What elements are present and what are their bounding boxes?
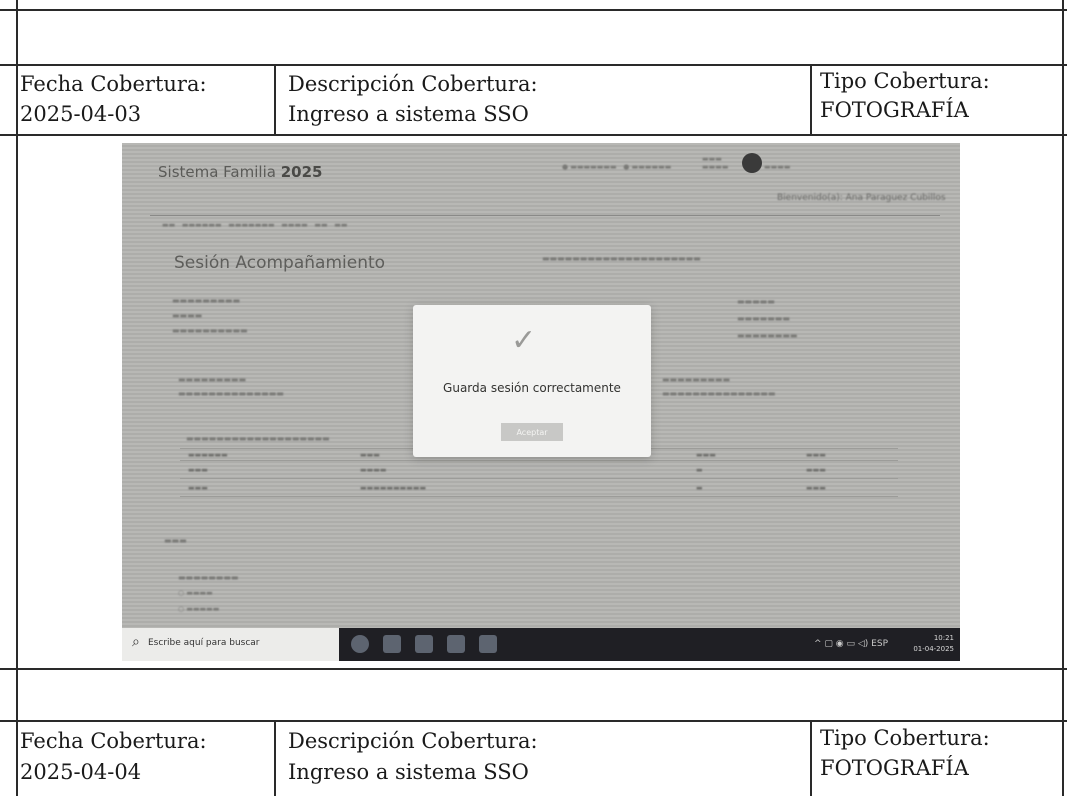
ministry-logo-caption: ▬▬▬▬ [764,163,791,171]
clock-date: 01-04-2025 [913,645,954,653]
rule-top [0,9,1067,11]
taskbar-search-input[interactable]: Escribe aquí para buscar [148,638,260,648]
table-cell: ▬▬▬ [188,484,208,492]
right-question: ▬▬▬▬▬▬▬▬▬ ▬▬▬▬▬▬▬▬▬▬▬▬▬▬▬ [662,375,776,398]
rule-right-edge [1062,0,1064,796]
entry1-desc-label: Descripción Cobertura: [288,72,538,96]
entry1-desc-value: Ingreso a sistema SSO [288,102,529,126]
entry2-tipo-label: Tipo Cobertura: [820,726,990,750]
taskbar-apps-area: ^ ▢ ◉ ▭ ◁) ESP 10:21 01-04-2025 [339,628,960,661]
radio-option: ○ ▬▬▬▬▬ [178,605,220,613]
table-row [180,460,898,461]
rule-col1-entry1 [274,64,276,134]
entry2-fecha-value: 2025-04-04 [20,760,142,784]
check-icon: ✓ [511,323,537,358]
app-title-year: 2025 [280,163,323,181]
rule-photo-bottom [0,668,1067,670]
table-cell: ▬▬▬ [696,451,716,459]
table-row [180,478,898,479]
table-cell: ▬▬▬ [806,484,826,492]
entry2-desc-value: Ingreso a sistema SSO [288,760,529,784]
clock-time: 10:21 [933,634,954,642]
select-type-label: ▬▬▬▬▬▬▬▬ [178,573,239,582]
app-icon[interactable] [383,635,401,653]
radio-option: ○ ▬▬▬▬ [178,589,213,597]
success-modal: ✓ Guarda sesión correctamente Aceptar [413,305,651,457]
table-cell: ▬▬▬▬▬▬▬▬▬▬ [360,484,427,492]
entry2-desc-label: Descripción Cobertura: [288,729,538,753]
page-note: ▬▬▬▬▬▬▬▬▬▬▬▬▬▬▬▬▬▬▬▬▬ [542,254,701,263]
windows-taskbar: ⌕ Escribe aquí para buscar ^ ▢ ◉ ▭ ◁) ES… [122,628,960,661]
app-icon[interactable] [447,635,465,653]
entry2-tipo-value: FOTOGRAFÍA [820,756,969,780]
table-cell: ▬▬▬ [806,466,826,474]
rule-col2-entry1 [810,64,812,134]
table-cell: ▬▬▬ [806,451,826,459]
sessions-table: ▬▬▬▬▬▬ ▬▬▬ ▬▬▬ ▬▬▬ ▬▬▬ ▬▬▬▬ ▬ ▬▬▬ ▬▬▬ ▬▬… [180,448,898,508]
system-tray[interactable]: ^ ▢ ◉ ▭ ◁) ESP [814,639,888,649]
header-links: ● ▬▬▬▬▬▬▬ ● ▬▬▬▬▬▬ [562,163,672,171]
ministry-logo-icon [742,153,762,173]
table-cell: ▬▬▬▬ [360,466,387,474]
rule-col2-entry2 [810,720,812,796]
table-cell: ▬ [696,484,703,492]
nav-divider [150,215,940,216]
family-info: ▬▬▬▬▬▬▬▬▬ ▬▬▬▬ ▬▬▬▬▬▬▬▬▬▬ [172,296,248,335]
ministry-logo-text: ▬▬▬ ▬▬▬▬ [702,155,729,171]
app-icon[interactable] [479,635,497,653]
app-icon[interactable] [351,635,369,653]
table-cell: ▬ [696,466,703,474]
rule-entry2-top [0,720,1067,722]
entry1-tipo-value: FOTOGRAFÍA [820,98,969,122]
entry1-fecha-value: 2025-04-03 [20,102,142,126]
left-question: ▬▬▬▬▬▬▬▬▬ ▬▬▬▬▬▬▬▬▬▬▬▬▬▬ [178,375,284,398]
rule-left-edge [16,0,18,796]
table-caption: ▬▬▬▬▬▬▬▬▬▬▬▬▬▬▬▬▬▬▬ [186,434,330,443]
accept-button[interactable]: Aceptar [501,423,563,441]
modal-message: Guarda sesión correctamente [443,381,621,395]
table-cell: ▬▬▬ [188,466,208,474]
id-info: ▬▬▬▬▬ ▬▬▬▬▬▬▬ ▬▬▬▬▬▬▬▬ [737,297,798,340]
entry2-fecha-label: Fecha Cobertura: [20,729,207,753]
taskbar-clock[interactable]: 10:21 01-04-2025 [913,633,954,655]
footer-label: ▬▬▬ [164,536,187,545]
app-title-prefix: Sistema Familia [158,163,276,181]
app-title: Sistema Familia 2025 [158,163,322,181]
coverage-photo: Sistema Familia 2025 ● ▬▬▬▬▬▬▬ ● ▬▬▬▬▬▬ … [122,143,960,661]
table-row [180,496,898,497]
table-cell: ▬▬▬▬▬▬ [188,451,228,459]
rule-col1-entry2 [274,720,276,796]
welcome-text: Bienvenido(a): Ana Paraguez Cubillos [777,193,946,203]
page-title: Sesión Acompañamiento [174,253,386,273]
table-cell: ▬▬▬ [360,451,380,459]
rule-entry1-bottom [0,134,1067,136]
app-icon[interactable] [415,635,433,653]
search-icon[interactable]: ⌕ [132,634,140,650]
nav-bar: ▬▬ ▬▬▬▬▬▬ ▬▬▬▬▬▬▬ ▬▬▬▬ ▬▬ ▬▬ [162,221,348,229]
entry1-tipo-label: Tipo Cobertura: [820,69,990,93]
language-indicator[interactable]: ESP [871,639,888,649]
photographed-screen: Sistema Familia 2025 ● ▬▬▬▬▬▬▬ ● ▬▬▬▬▬▬ … [122,143,960,628]
entry1-fecha-label: Fecha Cobertura: [20,72,207,96]
